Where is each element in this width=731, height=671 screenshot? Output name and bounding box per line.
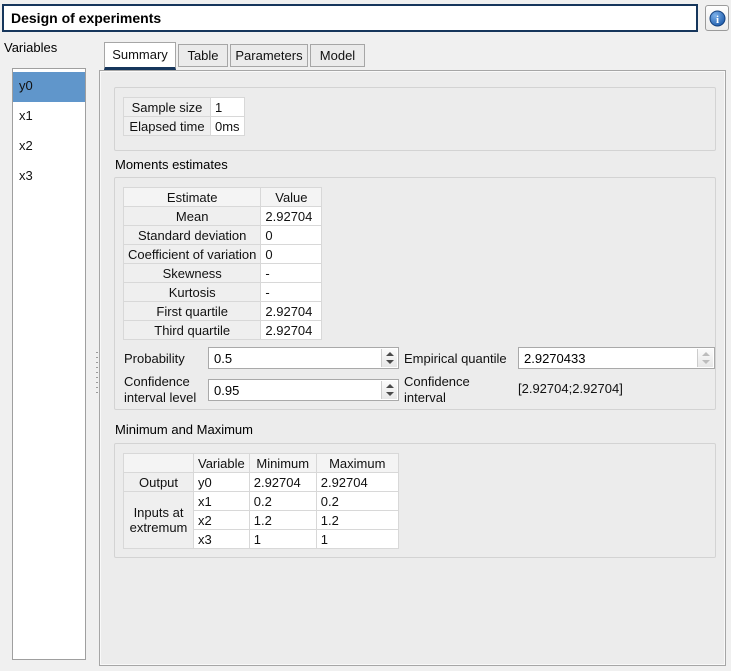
run-info-value: 0ms xyxy=(211,117,245,136)
minmax-output-variable: y0 xyxy=(194,473,250,492)
moments-row-label: Mean xyxy=(124,207,261,226)
moments-header-estimate: Estimate xyxy=(124,188,261,207)
variables-panel-title: Variables xyxy=(4,40,57,55)
summary-tab-pane: Sample size 1 Elapsed time 0ms Moments e… xyxy=(99,70,726,666)
info-icon: i xyxy=(709,10,726,27)
probability-spinbox[interactable] xyxy=(208,347,399,369)
confidence-interval-level-input[interactable] xyxy=(209,380,380,400)
minmax-input-min: 0.2 xyxy=(249,492,316,511)
moments-row-label: Standard deviation xyxy=(124,226,261,245)
empirical-quantile-spinbox[interactable] xyxy=(518,347,715,369)
moments-row-value: 2.92704 xyxy=(261,302,322,321)
moments-row-value: - xyxy=(261,283,322,302)
minmax-input-max: 1 xyxy=(316,530,398,549)
variable-item-x1[interactable]: x1 xyxy=(13,102,85,132)
moments-row-value: 0 xyxy=(261,245,322,264)
moments-row-value: 2.92704 xyxy=(261,321,322,340)
variable-item-x3[interactable]: x3 xyxy=(13,162,85,192)
minmax-section-title: Minimum and Maximum xyxy=(115,422,253,437)
run-info-value: 1 xyxy=(211,98,245,117)
spin-down-icon[interactable] xyxy=(386,360,394,364)
moments-row-value: - xyxy=(261,264,322,283)
spin-up-icon xyxy=(702,352,710,356)
spin-up-icon[interactable] xyxy=(386,352,394,356)
minmax-input-variable: x3 xyxy=(194,530,250,549)
tab-parameters[interactable]: Parameters xyxy=(230,44,308,67)
moments-table: Estimate Value Mean 2.92704 Standard dev… xyxy=(123,187,322,340)
variables-list: y0 x1 x2 x3 xyxy=(12,68,86,660)
tab-summary[interactable]: Summary xyxy=(104,42,176,70)
tab-table[interactable]: Table xyxy=(178,44,228,67)
confidence-interval-value: [2.92704;2.92704] xyxy=(518,381,623,397)
minmax-output-max: 2.92704 xyxy=(316,473,398,492)
minmax-input-max: 1.2 xyxy=(316,511,398,530)
minmax-header-empty xyxy=(124,454,194,473)
minmax-header-variable: Variable xyxy=(194,454,250,473)
empirical-quantile-input[interactable] xyxy=(519,348,696,368)
minmax-header-minimum: Minimum xyxy=(249,454,316,473)
svg-text:i: i xyxy=(715,14,718,26)
moments-header-value: Value xyxy=(261,188,322,207)
moments-row-value: 0 xyxy=(261,226,322,245)
variable-item-x2[interactable]: x2 xyxy=(13,132,85,162)
minmax-output-min: 2.92704 xyxy=(249,473,316,492)
tab-model[interactable]: Model xyxy=(310,44,365,67)
spin-down-icon[interactable] xyxy=(386,392,394,396)
moments-row-value: 2.92704 xyxy=(261,207,322,226)
moments-row-label: First quartile xyxy=(124,302,261,321)
minmax-input-variable: x1 xyxy=(194,492,250,511)
spin-up-icon[interactable] xyxy=(386,384,394,388)
moments-section-title: Moments estimates xyxy=(115,157,228,172)
minmax-input-min: 1.2 xyxy=(249,511,316,530)
run-info-label: Elapsed time xyxy=(124,117,211,136)
spinner-arrows[interactable] xyxy=(381,349,397,367)
confidence-interval-level-label: Confidence interval level xyxy=(124,374,208,406)
probability-input[interactable] xyxy=(209,348,380,368)
minmax-group: Variable Minimum Maximum Output y0 2.927… xyxy=(114,443,716,558)
run-info-label: Sample size xyxy=(124,98,211,117)
spinner-arrows xyxy=(697,349,713,367)
run-info-group: Sample size 1 Elapsed time 0ms xyxy=(114,87,716,151)
confidence-interval-label: Confidence interval xyxy=(404,374,488,406)
moments-group: Estimate Value Mean 2.92704 Standard dev… xyxy=(114,177,716,410)
moments-row-label: Coefficient of variation xyxy=(124,245,261,264)
empirical-quantile-label: Empirical quantile xyxy=(404,351,507,367)
moments-row-label: Kurtosis xyxy=(124,283,261,302)
minmax-input-min: 1 xyxy=(249,530,316,549)
info-button[interactable]: i xyxy=(705,5,729,31)
moments-row-label: Third quartile xyxy=(124,321,261,340)
minmax-output-group-label: Output xyxy=(124,473,194,492)
confidence-interval-level-spinbox[interactable] xyxy=(208,379,399,401)
analysis-title-input[interactable] xyxy=(2,4,698,32)
minmax-inputs-group-label: Inputs at extremum xyxy=(124,492,194,549)
run-info-table: Sample size 1 Elapsed time 0ms xyxy=(123,97,245,136)
minmax-table: Variable Minimum Maximum Output y0 2.927… xyxy=(123,453,399,549)
moments-row-label: Skewness xyxy=(124,264,261,283)
variable-item-y0[interactable]: y0 xyxy=(13,72,85,102)
spin-down-icon xyxy=(702,360,710,364)
spinner-arrows[interactable] xyxy=(381,381,397,399)
minmax-input-max: 0.2 xyxy=(316,492,398,511)
minmax-header-maximum: Maximum xyxy=(316,454,398,473)
minmax-input-variable: x2 xyxy=(194,511,250,530)
splitter-handle[interactable] xyxy=(96,352,98,396)
probability-label: Probability xyxy=(124,351,185,367)
